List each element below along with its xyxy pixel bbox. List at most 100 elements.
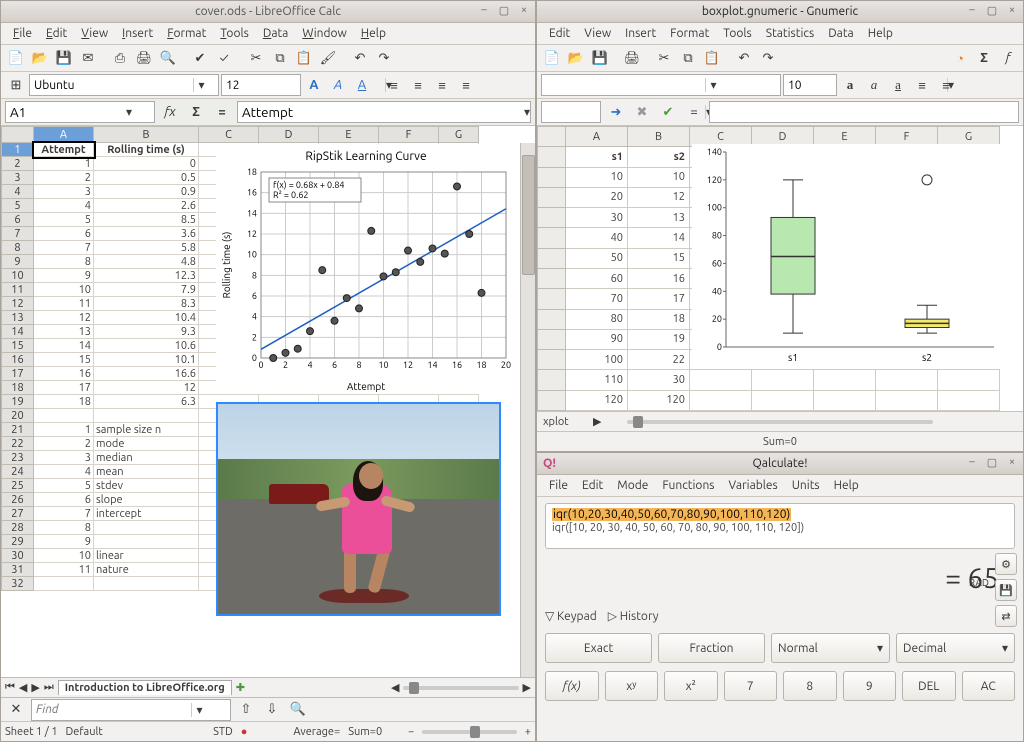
italic-icon[interactable]: a [863, 74, 885, 96]
undo-icon[interactable]: ↶ [733, 47, 755, 69]
chevron-down-icon[interactable]: ▾ [193, 78, 209, 92]
spellcheck-icon[interactable]: ✔ [189, 47, 211, 69]
new-icon[interactable]: 📄 [541, 47, 563, 69]
print-icon[interactable]: 🖨 [133, 47, 155, 69]
align-center-icon[interactable]: ≡ [407, 74, 429, 96]
tab-first-icon[interactable]: ⏮ [5, 681, 15, 694]
keypad-toggle[interactable]: ▽ Keypad [545, 610, 597, 623]
chart-icon[interactable]: ◔ [949, 47, 971, 69]
menu-tools[interactable]: Tools [214, 25, 255, 42]
cut-icon[interactable]: ✂ [245, 47, 267, 69]
execute-icon[interactable]: ⚙ [995, 553, 1017, 575]
xy-button[interactable]: xʸ [605, 671, 659, 701]
menu-data[interactable]: Data [257, 25, 295, 42]
zoom-in-icon[interactable]: + [525, 726, 531, 738]
menu-file[interactable]: File [7, 25, 38, 42]
undo-icon[interactable]: ↶ [349, 47, 371, 69]
status-sum[interactable]: Sum=0 [348, 726, 382, 738]
menu-window[interactable]: Window [296, 25, 352, 42]
maximize-icon[interactable]: ▢ [985, 455, 999, 469]
font-name-combo[interactable]: ▾ [29, 74, 219, 96]
hscroll-left-icon[interactable]: ◀ [391, 681, 399, 694]
store-icon[interactable]: 💾 [995, 579, 1017, 601]
save-icon[interactable]: 💾 [589, 47, 611, 69]
fx-button[interactable]: f(x) [545, 671, 599, 701]
convert-icon[interactable]: ⇄ [995, 605, 1017, 627]
find-all-icon[interactable]: 🔍 [287, 699, 309, 721]
sum-icon[interactable]: Σ [185, 101, 207, 123]
new-icon[interactable]: 📄 [5, 47, 27, 69]
copy-icon[interactable]: ⧉ [677, 47, 699, 69]
open-icon[interactable]: 📂 [565, 47, 587, 69]
add-sheet-icon[interactable]: ✚ [236, 681, 245, 694]
menu-tools[interactable]: Tools [717, 25, 758, 42]
menu-view[interactable]: View [75, 25, 114, 42]
bold-icon[interactable]: A [303, 74, 325, 96]
menu-data[interactable]: Data [822, 25, 860, 42]
menu-mode[interactable]: Mode [611, 477, 654, 494]
close-icon[interactable]: × [517, 3, 531, 17]
menu-insert[interactable]: Insert [116, 25, 159, 42]
gn-font-name-input[interactable] [542, 75, 705, 95]
status-average[interactable]: Average= [293, 726, 340, 738]
menu-help[interactable]: Help [828, 477, 865, 494]
accept-icon[interactable]: ✔ [657, 101, 679, 123]
sheet-tab[interactable]: Introduction to LibreOffice.org [58, 680, 232, 695]
menu-insert[interactable]: Insert [619, 25, 662, 42]
menu-format[interactable]: Format [161, 25, 212, 42]
menu-edit[interactable]: Edit [40, 25, 73, 42]
menu-help[interactable]: Help [862, 25, 899, 42]
cell-reference-box[interactable]: ▾ [5, 101, 155, 123]
menu-view[interactable]: View [578, 25, 617, 42]
num-9-button[interactable]: 9 [843, 671, 897, 701]
autosum-icon[interactable]: Σ [973, 47, 995, 69]
normal-combo[interactable]: Normal▾ [771, 633, 890, 663]
menu-file[interactable]: File [543, 477, 574, 494]
maximize-icon[interactable]: ▢ [497, 3, 511, 17]
tab-next-icon[interactable]: ▶ [31, 681, 39, 694]
font-size-combo[interactable]: ▾ [221, 74, 301, 96]
email-icon[interactable]: ✉ [77, 47, 99, 69]
ac-button[interactable]: AC [962, 671, 1016, 701]
align-left-icon[interactable]: ≡ [383, 74, 405, 96]
paste-icon[interactable]: 📋 [701, 47, 723, 69]
italic-icon[interactable]: A [327, 74, 349, 96]
align-right-icon[interactable]: ≡ [431, 74, 453, 96]
chevron-down-icon[interactable]: ▾ [191, 703, 207, 717]
find-combo[interactable]: ▾ [31, 699, 231, 721]
minimize-icon[interactable]: – [965, 3, 979, 17]
cancel-icon[interactable]: ✖ [631, 101, 653, 123]
del-button[interactable]: DEL [902, 671, 956, 701]
open-icon[interactable]: 📂 [29, 47, 51, 69]
align-justify-icon[interactable]: ≡ [455, 74, 477, 96]
find-input[interactable] [32, 700, 191, 720]
styles-icon[interactable]: ⊞ [5, 74, 27, 96]
horizontal-scrollbar[interactable] [403, 686, 518, 690]
menu-format[interactable]: Format [664, 25, 715, 42]
exact-button[interactable]: Exact [545, 633, 652, 663]
gn-sheet-tab[interactable]: xplot [543, 416, 569, 428]
menu-edit[interactable]: Edit [543, 25, 576, 42]
minimize-icon[interactable]: – [477, 3, 491, 17]
boxplot-chart[interactable]: 020406080100120140s1s2 [692, 144, 1002, 369]
cut-icon[interactable]: ✂ [653, 47, 675, 69]
underline-icon[interactable]: a [887, 74, 909, 96]
formula-input-box[interactable]: ▾ [237, 101, 531, 123]
num-7-button[interactable]: 7 [724, 671, 778, 701]
gn-hscroll[interactable] [627, 420, 933, 424]
gn-cell-ref[interactable]: ▾ [541, 101, 601, 123]
find-prev-icon[interactable]: ⇧ [235, 699, 257, 721]
find-next-icon[interactable]: ⇩ [261, 699, 283, 721]
gn-font-size-combo[interactable]: ▾ [783, 74, 837, 96]
formula-input[interactable] [238, 105, 524, 120]
num-8-button[interactable]: 8 [783, 671, 837, 701]
zoom-out-icon[interactable]: − [408, 726, 414, 738]
x2-button[interactable]: x² [664, 671, 718, 701]
gn-font-name-combo[interactable]: ▾ [541, 74, 781, 96]
print-icon[interactable]: 🖨 [621, 47, 643, 69]
chevron-down-icon[interactable]: ▾ [126, 105, 132, 119]
decimal-combo[interactable]: Decimal▾ [896, 633, 1015, 663]
close-icon[interactable]: × [1005, 455, 1019, 469]
menu-units[interactable]: Units [786, 477, 826, 494]
tab-last-icon[interactable]: ⏭ [44, 681, 54, 694]
